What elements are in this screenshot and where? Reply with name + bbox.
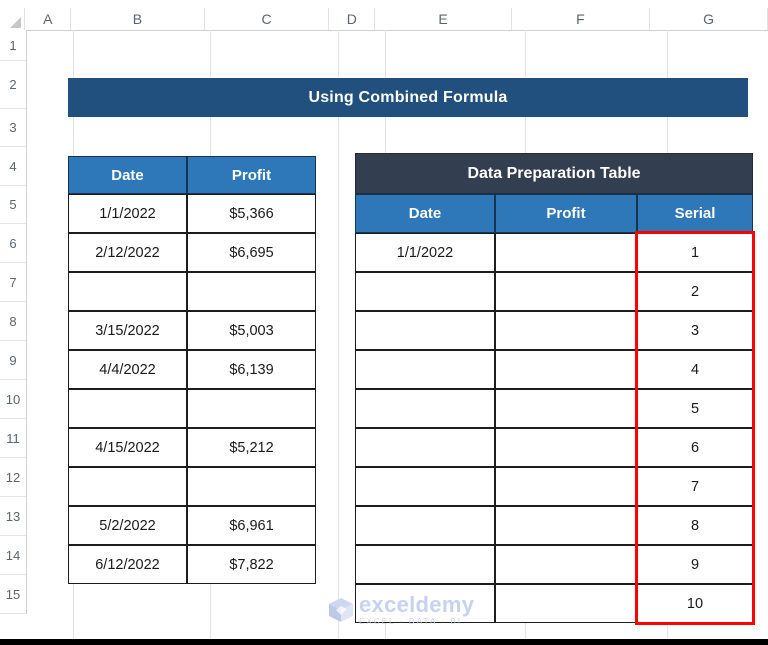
prep-cell-profit[interactable] [495,428,637,467]
prep-cell-serial[interactable]: 5 [637,389,753,428]
prep-cell-date[interactable] [355,311,495,350]
column-header-a[interactable]: A [25,8,72,30]
row-header-column: 1 2 3 4 5 6 7 8 9 10 11 12 13 14 15 [0,30,27,614]
prep-cell-date[interactable] [355,545,495,584]
source-cell-profit[interactable]: $6,139 [187,350,316,389]
source-cell-profit[interactable]: $5,212 [187,428,316,467]
row-header-10[interactable]: 10 [0,380,26,419]
prep-cell-profit[interactable] [495,584,637,623]
row-header-4[interactable]: 4 [0,147,26,186]
prep-cell-profit[interactable] [495,311,637,350]
column-header-f[interactable]: F [511,8,651,30]
watermark: exceldemy EXCEL - DATA - BI [328,594,474,626]
prep-header-serial: Serial [637,194,753,233]
prep-table-title: Data Preparation Table [355,153,753,194]
prep-cell-profit[interactable] [495,389,637,428]
prep-cell-date[interactable] [355,350,495,389]
column-header-e[interactable]: E [375,8,512,30]
row-header-5[interactable]: 5 [0,186,26,224]
row-header-6[interactable]: 6 [0,224,26,263]
prep-cell-serial[interactable]: 10 [637,584,753,623]
column-header-c[interactable]: C [204,8,330,30]
row-header-13[interactable]: 13 [0,497,26,536]
source-cell-date[interactable]: 2/12/2022 [68,233,187,272]
prep-cell-serial[interactable]: 7 [637,467,753,506]
source-cell-date[interactable]: 3/15/2022 [68,311,187,350]
row-header-14[interactable]: 14 [0,536,26,575]
prep-header-profit: Profit [495,194,637,233]
watermark-tagline: EXCEL - DATA - BI [359,617,463,626]
row-header-2[interactable]: 2 [0,61,26,109]
row-header-1[interactable]: 1 [0,30,26,61]
column-header-b[interactable]: B [71,8,205,30]
column-header-g[interactable]: G [650,8,768,30]
row-header-9[interactable]: 9 [0,341,26,380]
row-header-8[interactable]: 8 [0,302,26,341]
source-cell-profit[interactable] [187,389,316,428]
select-all-corner[interactable] [0,8,26,30]
spreadsheet-canvas: A B C D E F G 1 2 3 4 5 6 7 8 9 10 11 12… [0,0,768,645]
prep-cell-serial[interactable]: 3 [637,311,753,350]
source-cell-date[interactable] [68,272,187,311]
select-all-triangle-icon [10,17,22,28]
prep-cell-serial[interactable]: 9 [637,545,753,584]
watermark-brand: exceldemy [359,592,475,617]
gridline-c-d [338,30,339,645]
source-cell-date[interactable]: 6/12/2022 [68,545,187,584]
source-cell-profit[interactable] [187,272,316,311]
source-cell-date[interactable]: 4/15/2022 [68,428,187,467]
prep-cell-date[interactable] [355,506,495,545]
prep-cell-serial[interactable]: 4 [637,350,753,389]
row-header-7[interactable]: 7 [0,263,26,302]
page-title: Using Combined Formula [308,88,508,106]
row-header-15[interactable]: 15 [0,575,26,614]
source-cell-profit[interactable]: $5,366 [187,194,316,233]
source-cell-date[interactable]: 1/1/2022 [68,194,187,233]
source-header-profit: Profit [187,156,316,194]
prep-cell-date[interactable]: 1/1/2022 [355,233,495,272]
source-cell-date[interactable]: 4/4/2022 [68,350,187,389]
prep-cell-profit[interactable] [495,233,637,272]
prep-cell-date[interactable] [355,467,495,506]
top-edge-bar [0,0,768,8]
row-header-11[interactable]: 11 [0,419,26,458]
source-cell-date[interactable]: 5/2/2022 [68,506,187,545]
prep-cell-profit[interactable] [495,467,637,506]
prep-cell-date[interactable] [355,272,495,311]
column-header-d[interactable]: D [329,8,376,30]
prep-cell-profit[interactable] [495,350,637,389]
source-cell-date[interactable] [68,467,187,506]
column-header-row: A B C D E F G [0,8,768,31]
prep-cell-date[interactable] [355,428,495,467]
source-cell-profit[interactable]: $6,961 [187,506,316,545]
prep-cell-serial[interactable]: 1 [637,233,753,272]
source-cell-profit[interactable] [187,467,316,506]
page-title-banner: Using Combined Formula [68,78,748,117]
exceldemy-cube-icon [328,597,354,623]
row-header-3[interactable]: 3 [0,109,26,147]
source-cell-profit[interactable]: $6,695 [187,233,316,272]
prep-cell-profit[interactable] [495,506,637,545]
bottom-edge-bar [0,639,768,645]
source-header-date: Date [68,156,187,194]
source-cell-date[interactable] [68,389,187,428]
prep-cell-serial[interactable]: 6 [637,428,753,467]
source-cell-profit[interactable]: $5,003 [187,311,316,350]
source-cell-profit[interactable]: $7,822 [187,545,316,584]
prep-cell-profit[interactable] [495,545,637,584]
prep-cell-date[interactable] [355,389,495,428]
prep-cell-serial[interactable]: 8 [637,506,753,545]
row-header-12[interactable]: 12 [0,458,26,497]
prep-header-date: Date [355,194,495,233]
prep-cell-serial[interactable]: 2 [637,272,753,311]
prep-cell-profit[interactable] [495,272,637,311]
